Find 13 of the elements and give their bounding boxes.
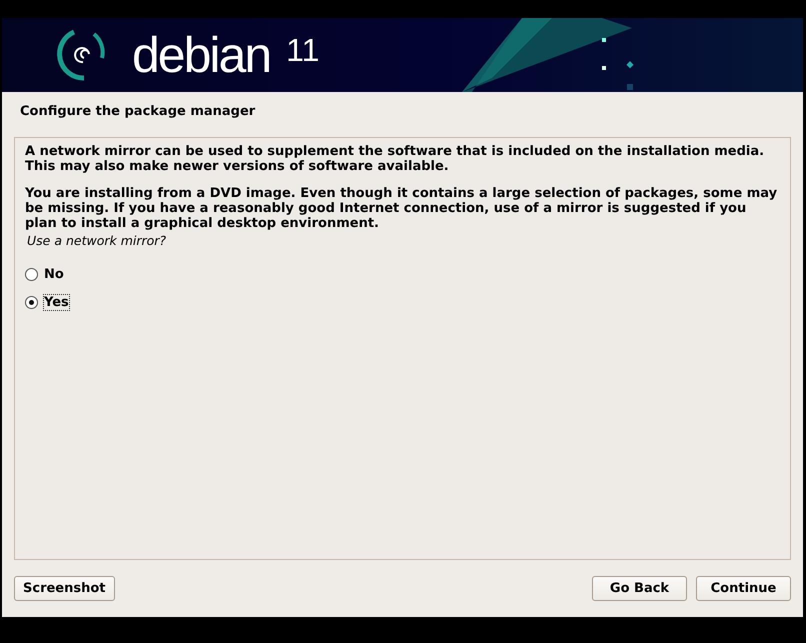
option-label[interactable]: Yes	[44, 294, 69, 310]
radio-button[interactable]	[25, 268, 38, 280]
version-text: 11	[286, 32, 320, 68]
description-text: A network mirror can be used to supplement the software that is included on the installation media. This may also make newer versions of software available.	[25, 144, 766, 174]
option-label[interactable]: No	[44, 266, 64, 282]
page-title: Configure the package manager	[19, 103, 256, 121]
description-text: You are installing from a DVD image. Even though it contains a large selection of packages, some may be missing. If you have a reasonably good Internet connection, use of a mirror is suggested if you plan to install a graphical desktop environment.	[25, 186, 778, 231]
continue-button[interactable]: Continue	[696, 576, 791, 600]
back-button[interactable]: Go Back	[592, 576, 687, 600]
radio-button[interactable]	[25, 296, 38, 308]
logo-text: debian	[132, 26, 270, 84]
screenshot-button[interactable]: Screenshot	[14, 576, 115, 600]
question-text: Use a network mirror?	[27, 233, 168, 248]
